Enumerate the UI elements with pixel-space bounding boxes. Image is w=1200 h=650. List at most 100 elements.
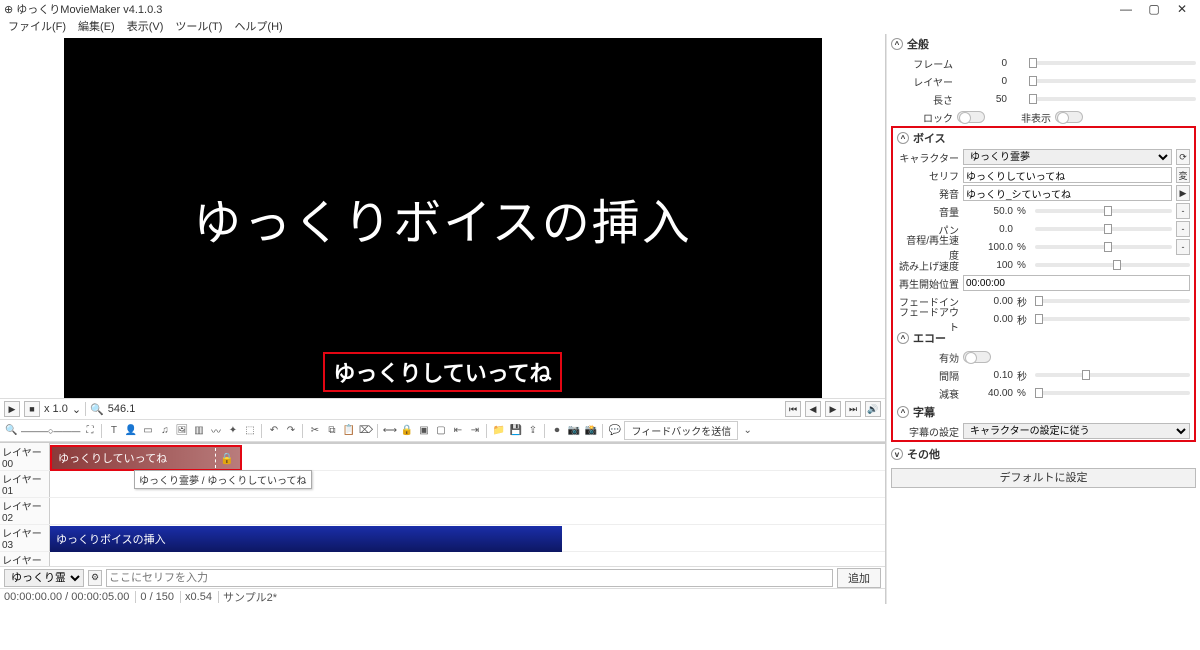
align-left-icon[interactable]: ⇤ [450, 423, 465, 438]
ungroup-icon[interactable]: ▢ [433, 423, 448, 438]
skip-start-button[interactable]: ⏮ [785, 401, 801, 417]
volume-icon[interactable]: 🔊 [865, 401, 881, 417]
status-zoom: x0.54 [185, 591, 219, 603]
playback-speed[interactable]: x 1.0 [44, 403, 68, 415]
serif-edit-button[interactable]: 変 [1176, 167, 1190, 183]
fadein-slider[interactable] [1035, 299, 1190, 303]
save-icon[interactable]: 💾 [508, 423, 523, 438]
play-button[interactable]: ▶ [4, 401, 20, 417]
character-select[interactable]: ゆっくり霊夢 [4, 569, 84, 587]
zoom-value: 546.1 [108, 403, 136, 415]
title-clip-label: ゆっくりボイスの挿入 [56, 531, 166, 547]
paste-icon[interactable]: 📋 [341, 423, 356, 438]
pitch-slider[interactable] [1035, 245, 1172, 249]
menu-view[interactable]: 表示(V) [123, 18, 168, 34]
play-pronounce-button[interactable]: ▶ [1176, 185, 1190, 201]
menu-tools[interactable]: ツール(T) [171, 18, 226, 34]
serif-input[interactable] [106, 569, 833, 587]
status-frames: 0 / 150 [140, 591, 181, 603]
preview-subtitle-highlight: ゆっくりしていってね [323, 352, 561, 392]
frame-slider[interactable] [1029, 61, 1196, 65]
rec-icon[interactable]: ⏺ [549, 423, 564, 438]
text-icon[interactable]: T [106, 423, 121, 438]
menu-help[interactable]: ヘルプ(H) [230, 18, 286, 34]
copy-icon[interactable]: ⧉ [324, 423, 339, 438]
hide-toggle[interactable] [1055, 111, 1083, 123]
align-right-icon[interactable]: ⇥ [467, 423, 482, 438]
menu-edit[interactable]: 編集(E) [74, 18, 119, 34]
image-icon[interactable]: 🖼 [174, 423, 189, 438]
section-subtitle[interactable]: ^字幕 [893, 402, 1194, 422]
chevron-down-icon[interactable]: ⌄ [72, 403, 81, 416]
char-settings-button[interactable]: ⚙ [88, 570, 102, 586]
camera-icon[interactable]: 📸 [583, 423, 598, 438]
default-settings-button[interactable]: デフォルトに設定 [891, 468, 1196, 488]
preview-controls: ▶ ■ x 1.0 ⌄ 🔍 546.1 ⏮ ◀ ▶ ⏭ 🔊 [0, 398, 885, 420]
magnify-icon: 🔍 [90, 403, 104, 416]
volume-slider[interactable] [1035, 209, 1172, 213]
minimize-button[interactable]: — [1112, 2, 1140, 16]
pan-slider[interactable] [1035, 227, 1172, 231]
preview[interactable]: ゆっくりボイスの挿入 ゆっくりしていってね [64, 38, 822, 398]
video-icon[interactable]: ▭ [140, 423, 155, 438]
echo-interval-slider[interactable] [1035, 373, 1190, 377]
user-icon[interactable]: 👤 [123, 423, 138, 438]
layer-label-1[interactable]: レイヤー 01 [0, 471, 50, 497]
frame-icon[interactable]: ⬚ [242, 423, 257, 438]
voice-pronounce-input[interactable] [963, 185, 1172, 201]
delete-icon[interactable]: ⌦ [358, 423, 373, 438]
undo-icon[interactable]: ↶ [266, 423, 281, 438]
speech-icon[interactable]: 💬 [607, 423, 622, 438]
layer-label-4[interactable]: レイヤー 04 [0, 552, 50, 566]
window-title: ゆっくりMovieMaker v4.1.0.3 [16, 1, 162, 17]
prev-frame-button[interactable]: ◀ [805, 401, 821, 417]
lock-toggle[interactable] [957, 111, 985, 123]
folder-icon[interactable]: 📁 [491, 423, 506, 438]
voice-clip[interactable]: ゆっくりしていってね 🔒 [50, 445, 242, 471]
fadeout-slider[interactable] [1035, 317, 1190, 321]
layer-label-2[interactable]: レイヤー 02 [0, 498, 50, 524]
export-icon[interactable]: ⇪ [525, 423, 540, 438]
section-echo[interactable]: ^エコー [893, 328, 1194, 348]
title-clip[interactable]: ゆっくりボイスの挿入 [50, 526, 562, 552]
lock-icon[interactable]: 🔒 [399, 423, 414, 438]
skip-end-button[interactable]: ⏭ [845, 401, 861, 417]
close-button[interactable]: ✕ [1168, 2, 1196, 16]
maximize-button[interactable]: ▢ [1140, 2, 1168, 16]
timeline[interactable]: 00:00:00.00 00:00:01.00 00:00:02.00 00:0… [0, 442, 885, 566]
feedback-button[interactable]: フィードバックを送信 [624, 421, 738, 440]
titlebar: ⊕ ゆっくりMovieMaker v4.1.0.3 — ▢ ✕ [0, 0, 1200, 18]
start-pos-input[interactable] [963, 275, 1190, 291]
layer-label-0[interactable]: レイヤー 00 [0, 444, 50, 470]
group-icon[interactable]: ▣ [416, 423, 431, 438]
length-slider[interactable] [1029, 97, 1196, 101]
read-speed-slider[interactable] [1035, 263, 1190, 267]
menu-file[interactable]: ファイル(F) [4, 18, 70, 34]
subtitle-settings-select[interactable]: キャラクターの設定に従う [963, 423, 1190, 439]
echo-decay-slider[interactable] [1035, 391, 1190, 395]
effect-icon[interactable]: ✦ [225, 423, 240, 438]
shape-icon[interactable]: ▥ [191, 423, 206, 438]
magnify-icon[interactable]: 🔍 [4, 423, 19, 438]
voice-character-select[interactable]: ゆっくり霊夢 [963, 149, 1172, 165]
add-button[interactable]: 追加 [837, 568, 881, 588]
preview-title-text: ゆっくりボイスの挿入 [193, 183, 692, 253]
chevron-down-icon[interactable]: ⌄ [740, 423, 755, 438]
snapshot-icon[interactable]: 📷 [566, 423, 581, 438]
layer-label-3[interactable]: レイヤー 03 [0, 525, 50, 551]
voice-serif-input[interactable] [963, 167, 1172, 183]
section-voice[interactable]: ^ボイス [893, 128, 1194, 148]
section-other[interactable]: vその他 [887, 444, 1200, 464]
echo-toggle[interactable] [963, 351, 991, 363]
fit-icon[interactable]: ⛶ [82, 423, 97, 438]
layer-slider[interactable] [1029, 79, 1196, 83]
split-icon[interactable]: ⟷ [382, 423, 397, 438]
wave-icon[interactable]: 〰 [208, 423, 223, 438]
music-icon[interactable]: ♫ [157, 423, 172, 438]
stop-button[interactable]: ■ [24, 401, 40, 417]
next-frame-button[interactable]: ▶ [825, 401, 841, 417]
char-config-button[interactable]: ⟳ [1176, 149, 1190, 165]
redo-icon[interactable]: ↷ [283, 423, 298, 438]
cut-icon[interactable]: ✂ [307, 423, 322, 438]
section-general[interactable]: ^全般 [887, 34, 1200, 54]
